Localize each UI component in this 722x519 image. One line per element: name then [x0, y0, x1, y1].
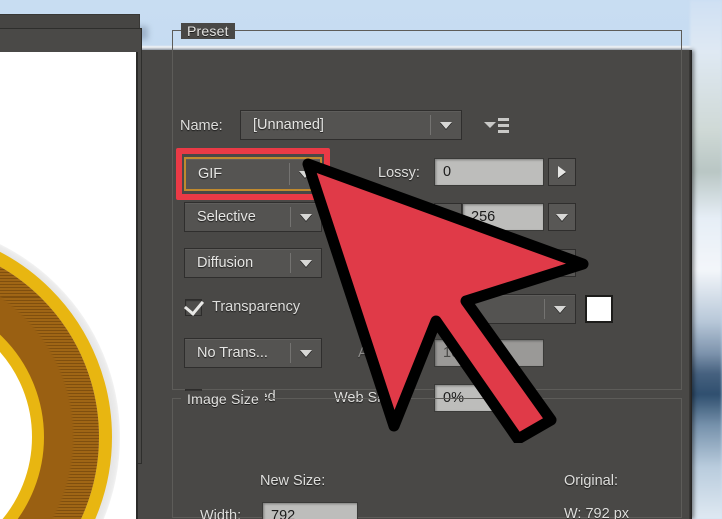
lossy-label: Lossy: — [378, 165, 420, 181]
original-width-value: W: 792 px — [564, 506, 630, 519]
dither-amount-stepper[interactable] — [548, 249, 576, 277]
colors-field[interactable]: 256 — [462, 203, 544, 231]
amount-label: Amount: — [358, 345, 412, 361]
color-reduction-value: Selective — [197, 209, 256, 225]
preset-flyout-menu-icon[interactable] — [484, 118, 510, 134]
width-field[interactable]: 792 — [262, 502, 358, 519]
original-label: Original: — [564, 473, 618, 489]
amount-field: 100 — [434, 339, 544, 367]
color-reduction-dropdown[interactable]: Selective — [184, 202, 322, 232]
width-value: 792 — [271, 508, 296, 519]
chevron-down-icon — [291, 213, 321, 221]
transparency-checkbox[interactable] — [183, 295, 205, 316]
check-icon — [183, 295, 205, 316]
preset-name-value: [Unnamed] — [253, 117, 324, 133]
transparency-dither-value: No Trans... — [197, 345, 268, 361]
dither-amount-field[interactable] — [434, 249, 544, 277]
lossy-field[interactable]: 0 — [434, 158, 544, 186]
chevron-down-icon — [291, 349, 321, 357]
transparency-dither-dropdown[interactable]: No Trans... — [184, 338, 322, 368]
dither-method-dropdown[interactable]: Diffusion — [184, 248, 322, 278]
file-format-value: GIF — [198, 166, 223, 182]
new-size-label: New Size: — [260, 473, 326, 489]
background-right-strip — [690, 0, 722, 519]
file-format-dropdown[interactable]: GIF — [184, 157, 322, 191]
chevron-down-icon — [290, 170, 320, 178]
width-label: Width: — [200, 508, 242, 519]
image-size-group: Image Size — [172, 391, 682, 518]
lossy-slider-arrow-button[interactable] — [548, 158, 576, 186]
dither-method-value: Diffusion — [197, 255, 254, 271]
colors-increment-button[interactable] — [434, 203, 462, 231]
screenshot-root: Preset Name: [Unnamed] GIF Lossy: 0 Sele… — [0, 0, 722, 519]
dialog-edge-shadow — [689, 50, 692, 519]
preset-group-title: Preset — [181, 23, 235, 39]
preset-name-dropdown[interactable]: [Unnamed] — [240, 110, 462, 140]
chevron-down-icon — [545, 305, 575, 313]
image-preview-canvas[interactable] — [0, 52, 138, 519]
chevron-down-icon — [431, 121, 461, 129]
lossy-value: 0 — [443, 164, 452, 180]
colors-dropdown-button[interactable] — [548, 203, 576, 231]
chevron-down-icon — [291, 259, 321, 267]
image-size-group-title: Image Size — [181, 391, 266, 407]
matte-color-swatch[interactable] — [585, 295, 613, 323]
amount-value: 100 — [443, 345, 468, 361]
transparency-label: Transparency — [212, 299, 301, 315]
matte-dropdown[interactable] — [434, 294, 576, 324]
name-label: Name: — [180, 118, 223, 134]
colors-value: 256 — [471, 209, 496, 225]
